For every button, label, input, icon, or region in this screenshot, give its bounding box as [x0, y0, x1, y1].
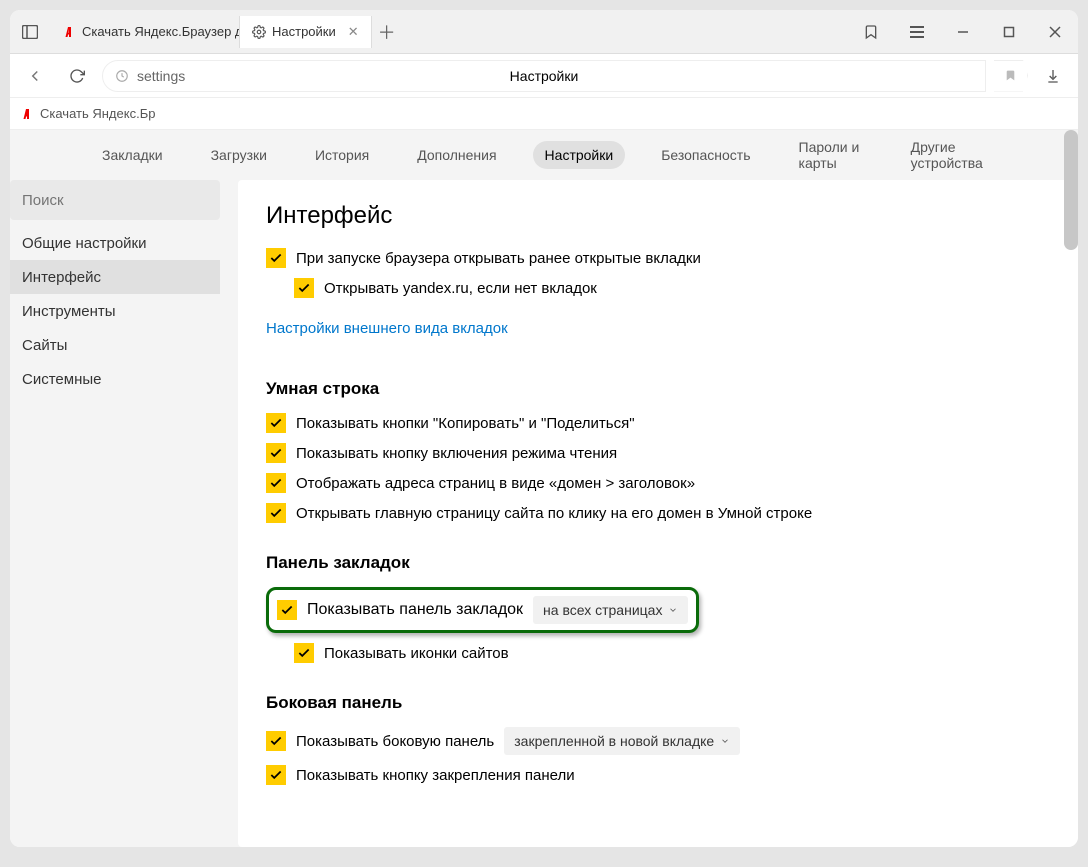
label-show-side-panel: Показывать боковую панель: [296, 733, 494, 750]
row-smart4: Открывать главную страницу сайта по клик…: [266, 503, 1050, 523]
downloads-button[interactable]: [1036, 68, 1070, 84]
settings-sidebar: Общие настройки Интерфейс Инструменты Са…: [10, 180, 220, 847]
checkbox-show-bookmarks-panel[interactable]: [277, 600, 297, 620]
menu-button[interactable]: [894, 10, 940, 54]
label-show-pin-button: Показывать кнопку закрепления панели: [296, 767, 575, 784]
tab-settings[interactable]: Настройки ✕: [240, 16, 372, 48]
close-button[interactable]: [1032, 10, 1078, 54]
settings-main: Общие настройки Интерфейс Инструменты Са…: [10, 180, 1078, 847]
sidebar-item-system[interactable]: Системные: [10, 362, 220, 396]
yandex-favicon: [62, 25, 76, 39]
chevron-down-icon: [720, 736, 730, 746]
settings-panel: Интерфейс При запуске браузера открывать…: [238, 180, 1078, 847]
checkbox-show-site-icons[interactable]: [294, 643, 314, 663]
sidebar-search[interactable]: [10, 180, 220, 220]
label-restore-tabs: При запуске браузера открывать ранее отк…: [296, 250, 701, 267]
sidebar-toggle-button[interactable]: [10, 25, 50, 39]
checkbox-smart4[interactable]: [266, 503, 286, 523]
scrollbar-thumb[interactable]: [1064, 130, 1078, 250]
link-tabs-appearance[interactable]: Настройки внешнего вида вкладок: [266, 320, 508, 337]
bookmark-menu-button[interactable]: [848, 10, 894, 54]
bookmark-button[interactable]: [994, 60, 1028, 92]
tab-strip: Скачать Яндекс.Браузер д Настройки ✕ ＋: [50, 16, 848, 48]
new-tab-button[interactable]: ＋: [372, 17, 402, 47]
lock-icon: [115, 69, 129, 83]
section-heading-interface: Интерфейс: [266, 202, 1050, 230]
content-area: Закладки Загрузки История Дополнения Нас…: [10, 130, 1078, 847]
row-smart2: Показывать кнопку включения режима чтени…: [266, 443, 1050, 463]
row-show-site-icons: Показывать иконки сайтов: [294, 643, 1050, 663]
row-smart3: Отображать адреса страниц в виде «домен …: [266, 473, 1050, 493]
maximize-button[interactable]: [986, 10, 1032, 54]
settings-topnav: Закладки Загрузки История Дополнения Нас…: [10, 130, 1078, 180]
checkbox-show-pin-button[interactable]: [266, 765, 286, 785]
bookmarks-bar-item[interactable]: Скачать Яндекс.Бр: [40, 106, 155, 121]
topnav-downloads[interactable]: Загрузки: [199, 141, 279, 169]
label-smart4: Открывать главную страницу сайта по клик…: [296, 505, 812, 522]
sidebar-search-input[interactable]: [22, 192, 208, 209]
row-show-bookmarks-panel-highlight: Показывать панель закладок на всех стран…: [266, 587, 699, 633]
subsection-smart-line: Умная строка: [266, 379, 1050, 399]
gear-icon: [252, 25, 266, 39]
label-show-bookmarks-panel: Показывать панель закладок: [307, 601, 523, 619]
yandex-favicon: [20, 107, 34, 121]
tab-close-button[interactable]: ✕: [348, 24, 359, 40]
tab-title: Скачать Яндекс.Браузер д: [82, 24, 240, 39]
sidebar-item-tools[interactable]: Инструменты: [10, 294, 220, 328]
topnav-passwords[interactable]: Пароли и карты: [787, 133, 875, 177]
topnav-history[interactable]: История: [303, 141, 381, 169]
tab-title: Настройки: [272, 24, 336, 39]
topnav-addons[interactable]: Дополнения: [405, 141, 508, 169]
sidebar-item-general[interactable]: Общие настройки: [10, 226, 220, 260]
row-restore-tabs: При запуске браузера открывать ранее отк…: [266, 248, 1050, 268]
tab-yandex-download[interactable]: Скачать Яндекс.Браузер д: [50, 16, 240, 48]
subsection-bookmarks-panel: Панель закладок: [266, 553, 1050, 573]
checkbox-show-side-panel[interactable]: [266, 731, 286, 751]
label-smart2: Показывать кнопку включения режима чтени…: [296, 445, 617, 462]
select-value: на всех страницах: [543, 602, 662, 618]
select-side-panel-mode[interactable]: закрепленной в новой вкладке: [504, 727, 740, 755]
row-smart1: Показывать кнопки "Копировать" и "Подели…: [266, 413, 1050, 433]
row-show-pin-button: Показывать кнопку закрепления панели: [266, 765, 1050, 785]
label-open-yandex: Открывать yandex.ru, если нет вкладок: [324, 280, 597, 297]
select-value: закрепленной в новой вкладке: [514, 733, 714, 749]
label-smart1: Показывать кнопки "Копировать" и "Подели…: [296, 415, 635, 432]
row-open-yandex: Открывать yandex.ru, если нет вкладок: [294, 278, 1050, 298]
reload-button[interactable]: [60, 59, 94, 93]
topnav-bookmarks[interactable]: Закладки: [90, 141, 175, 169]
chevron-down-icon: [668, 605, 678, 615]
topnav-devices[interactable]: Другие устройства: [899, 133, 998, 177]
sidebar-item-sites[interactable]: Сайты: [10, 328, 220, 362]
checkbox-open-yandex[interactable]: [294, 278, 314, 298]
window-controls: [848, 10, 1078, 54]
address-field[interactable]: Настройки: [102, 60, 986, 92]
minimize-button[interactable]: [940, 10, 986, 54]
label-show-site-icons: Показывать иконки сайтов: [324, 645, 509, 662]
label-smart3: Отображать адреса страниц в виде «домен …: [296, 475, 695, 492]
topnav-settings[interactable]: Настройки: [533, 141, 626, 169]
checkbox-restore-tabs[interactable]: [266, 248, 286, 268]
browser-window: Скачать Яндекс.Браузер д Настройки ✕ ＋: [10, 10, 1078, 847]
titlebar: Скачать Яндекс.Браузер д Настройки ✕ ＋: [10, 10, 1078, 54]
checkbox-smart2[interactable]: [266, 443, 286, 463]
address-input[interactable]: [137, 68, 277, 84]
address-title: Настройки: [510, 68, 579, 84]
address-bar: Настройки: [10, 54, 1078, 98]
subsection-side-panel: Боковая панель: [266, 693, 1050, 713]
bookmarks-bar: Скачать Яндекс.Бр: [10, 98, 1078, 130]
checkbox-smart1[interactable]: [266, 413, 286, 433]
sidebar-item-interface[interactable]: Интерфейс: [10, 260, 220, 294]
back-button[interactable]: [18, 59, 52, 93]
row-show-side-panel: Показывать боковую панель закрепленной в…: [266, 727, 1050, 755]
select-bookmarks-panel-mode[interactable]: на всех страницах: [533, 596, 688, 624]
checkbox-smart3[interactable]: [266, 473, 286, 493]
topnav-security[interactable]: Безопасность: [649, 141, 762, 169]
